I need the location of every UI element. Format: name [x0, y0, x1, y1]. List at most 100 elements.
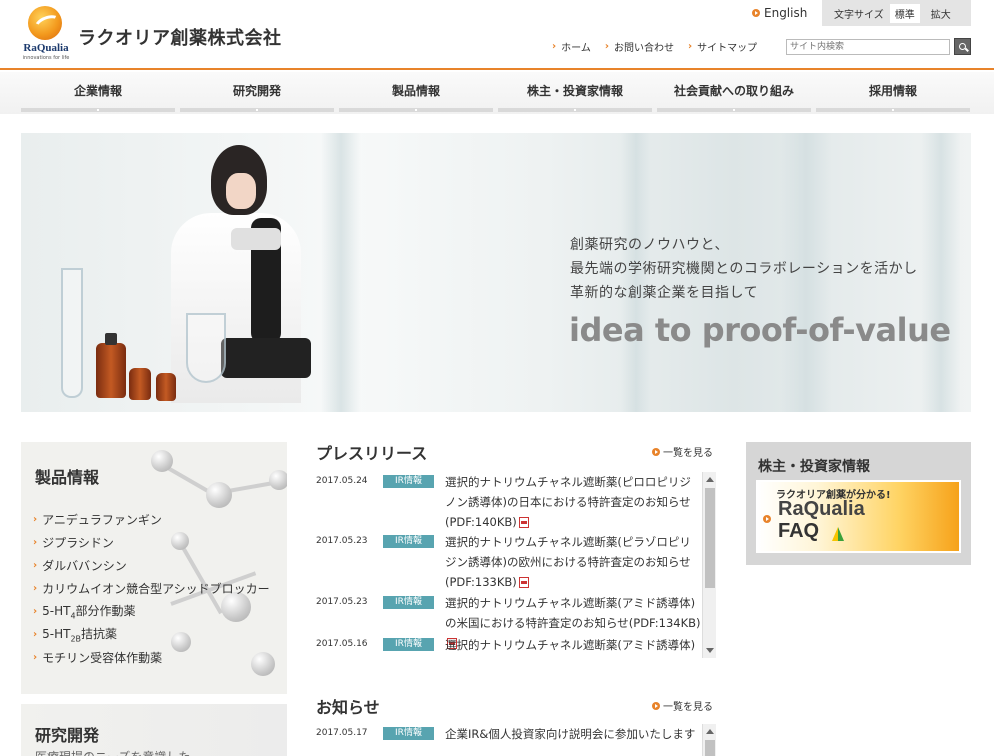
product-link[interactable]: › 5-HT4部分作動薬: [33, 600, 270, 623]
product-link[interactable]: › ダルババンシン: [33, 554, 270, 577]
notice-date: 2017.05.17: [316, 728, 368, 738]
research-desc: 医療現場のニーズを意識した: [35, 748, 190, 756]
product-link[interactable]: › アニデュラファンギン: [33, 508, 270, 531]
scroll-thumb[interactable]: [705, 488, 715, 588]
chevron-right-icon: ›: [552, 41, 557, 52]
gnav-company[interactable]: 企業情報: [21, 72, 175, 112]
research-title: 研究開発: [35, 726, 100, 745]
press-text-label: 選択的ナトリウムチャネル遮断薬(ピラゾロピリジン誘導体)の欧州における特許査定の…: [445, 535, 691, 589]
gnav-products[interactable]: 製品情報: [339, 72, 493, 112]
press-list: 2017.05.24 IR情報 選択的ナトリウムチャネル遮断薬(ピロロピリジノン…: [316, 472, 716, 658]
hero-banner: 創薬研究のノウハウと、 最先端の学術研究機関とのコラボレーションを活かし 革新的…: [21, 133, 971, 412]
gnav-csr[interactable]: 社会貢献への取り組み: [657, 72, 811, 112]
chevron-right-icon: ›: [33, 583, 38, 594]
font-size-standard-button[interactable]: 標準: [889, 3, 920, 23]
product-link[interactable]: › 5-HT2B拮抗薬: [33, 623, 270, 646]
site-search-input[interactable]: [786, 39, 950, 55]
product-label-tail: 部分作動薬: [75, 604, 136, 619]
press-text-label: 選択的ナトリウムチャネル遮断薬(ピロロピリジノン誘導体)の日本における特許査定の…: [445, 475, 691, 529]
category-badge: IR情報: [383, 596, 434, 609]
gnav-investors[interactable]: 株主・投資家情報: [498, 72, 652, 112]
product-label: ダルババンシン: [42, 559, 127, 573]
press-text[interactable]: 選択的ナトリウムチャネル遮断薬(ピロロピリジノン誘導体)の日本における特許査定の…: [445, 472, 701, 532]
category-badge: IR情報: [383, 638, 434, 651]
chevron-right-icon: ›: [33, 652, 38, 663]
background-column: [921, 133, 961, 412]
product-link[interactable]: › ジプラシドン: [33, 531, 270, 554]
category-badge: IR情報: [383, 727, 434, 740]
press-item[interactable]: 2017.05.23 IR情報 選択的ナトリウムチャネル遮断薬(アミド誘導体)の…: [316, 593, 701, 649]
logo-mark-icon: [28, 6, 62, 40]
press-item[interactable]: 2017.05.16 IR情報 選択的ナトリウムチャネル遮断薬(アミド誘導体)の: [316, 635, 701, 657]
font-size-large-button[interactable]: 拡大: [926, 4, 956, 23]
chevron-right-icon: ›: [33, 606, 38, 617]
notice-list: 2017.05.17 IR情報 企業IR&個人投資家向け説明会に参加いたします: [316, 724, 716, 756]
site-header: RaQualia innovations for life ラクオリア創薬株式会…: [0, 0, 994, 70]
press-item[interactable]: 2017.05.23 IR情報 選択的ナトリウムチャネル遮断薬(ピラゾロピリジン…: [316, 532, 701, 589]
press-more-link[interactable]: 一覧を見る: [652, 444, 713, 459]
notice-scrollbar[interactable]: [702, 724, 716, 756]
util-nav-sitemap[interactable]: › サイトマップ: [688, 39, 757, 54]
pdf-icon: [518, 577, 529, 588]
product-label: アニデュラファンギン: [42, 513, 162, 527]
arrow-bullet-icon: [652, 447, 660, 456]
microscope-eyepiece: [231, 228, 281, 250]
gnav-recruit[interactable]: 採用情報: [816, 72, 970, 112]
scroll-up-icon[interactable]: [706, 729, 714, 734]
bottle-cap: [105, 333, 117, 345]
press-item[interactable]: 2017.05.24 IR情報 選択的ナトリウムチャネル遮断薬(ピロロピリジノン…: [316, 472, 701, 529]
amber-bottle-icon: [156, 373, 176, 401]
product-label-main: 5-HT: [42, 627, 71, 642]
chevron-right-icon: ›: [687, 41, 693, 52]
notice-more-link[interactable]: 一覧を見る: [652, 698, 713, 713]
notice-more-label: 一覧を見る: [663, 702, 713, 713]
company-name[interactable]: ラクオリア創薬株式会社: [78, 24, 282, 50]
molecule-atom-icon: [151, 450, 173, 472]
press-text[interactable]: 選択的ナトリウムチャネル遮断薬(ピラゾロピリジン誘導体)の欧州における特許査定の…: [445, 532, 701, 592]
beginner-leaf-icon: [832, 527, 844, 541]
search-button[interactable]: [954, 38, 971, 55]
faq-banner[interactable]: ラクオリア創薬が分かる! RaQualia FAQ: [756, 480, 961, 553]
product-label: カリウムイオン競合型アシッドブロッカー: [42, 582, 270, 596]
products-title[interactable]: 製品情報: [35, 464, 99, 488]
product-label: 5-HT4部分作動薬: [42, 602, 135, 620]
press-text[interactable]: 選択的ナトリウムチャネル遮断薬(アミド誘導体)の: [445, 635, 701, 658]
product-label-sub: 2B: [70, 634, 82, 644]
background-column: [321, 133, 361, 412]
util-nav-home[interactable]: › ホーム: [552, 39, 591, 54]
util-nav-label: お問い合わせ: [613, 43, 674, 54]
chevron-right-icon: ›: [33, 629, 38, 640]
test-tube-icon: [61, 268, 83, 398]
scroll-thumb[interactable]: [705, 740, 715, 756]
molecule-atom-icon: [206, 482, 232, 508]
hero-line: 革新的な創薬企業を目指して: [570, 285, 759, 301]
product-label: ジプラシドン: [42, 536, 114, 550]
chevron-right-icon: ›: [604, 41, 609, 52]
amber-bottle-icon: [96, 343, 126, 398]
company-logo[interactable]: RaQualia innovations for life: [20, 6, 70, 62]
util-nav-label: ホーム: [561, 43, 591, 54]
logo-text: RaQualia: [23, 42, 69, 54]
product-link[interactable]: › モチリン受容体作動薬: [33, 646, 270, 669]
util-nav-contact[interactable]: › お問い合わせ: [605, 39, 674, 54]
notice-item[interactable]: 2017.05.17 IR情報 企業IR&個人投資家向け説明会に参加いたします: [316, 724, 701, 746]
scroll-up-icon[interactable]: [706, 477, 714, 482]
scroll-down-icon[interactable]: [706, 648, 714, 653]
amber-bottle-icon: [129, 368, 151, 400]
english-link[interactable]: English: [752, 6, 807, 20]
product-label: モチリン受容体作動薬: [42, 651, 163, 665]
press-date: 2017.05.23: [316, 597, 368, 607]
product-label: 5-HT2B拮抗薬: [42, 625, 117, 643]
research-panel[interactable]: 研究開発 医療現場のニーズを意識した: [21, 704, 287, 756]
press-scrollbar[interactable]: [702, 472, 716, 658]
notice-text[interactable]: 企業IR&個人投資家向け説明会に参加いたします: [445, 724, 701, 744]
gnav-research[interactable]: 研究開発: [180, 72, 334, 112]
microscope-base: [221, 338, 311, 378]
product-link[interactable]: › カリウムイオン競合型アシッドブロッカー: [33, 577, 270, 600]
investor-title[interactable]: 株主・投資家情報: [758, 456, 870, 476]
category-badge: IR情報: [383, 475, 434, 488]
investor-panel: 株主・投資家情報 ラクオリア創薬が分かる! RaQualia FAQ: [746, 442, 971, 565]
hero-copy: 創薬研究のノウハウと、 最先端の学術研究機関とのコラボレーションを活かし 革新的…: [570, 233, 918, 305]
flask-icon: [186, 313, 226, 383]
search-icon: [959, 43, 966, 50]
